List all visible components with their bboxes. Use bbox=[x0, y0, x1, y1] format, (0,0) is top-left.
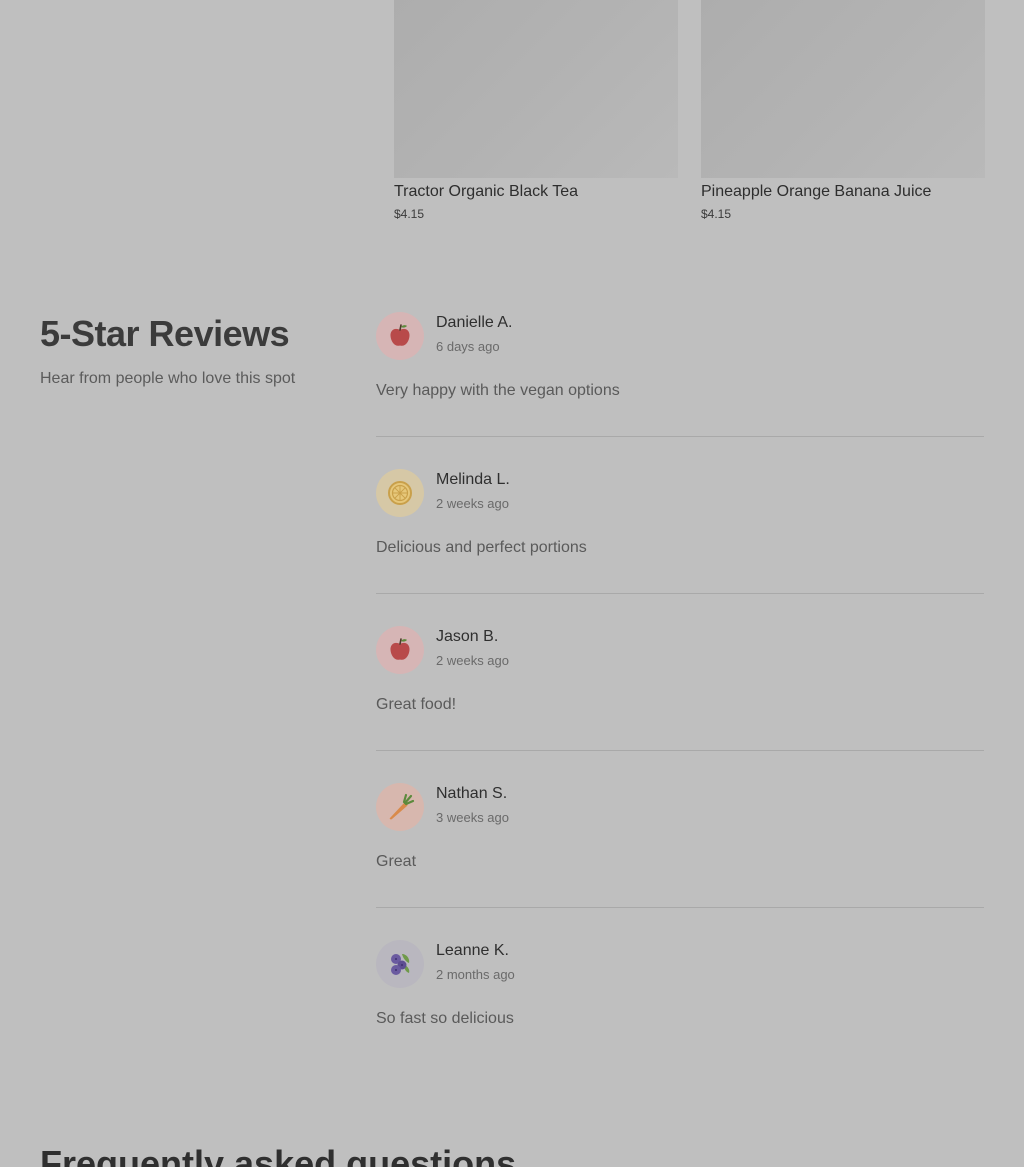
review-time: 2 months ago bbox=[436, 967, 515, 982]
product-name: Tractor Organic Black Tea bbox=[394, 183, 579, 200]
review-text: Great food! bbox=[376, 696, 457, 713]
lemon-icon bbox=[388, 481, 412, 505]
product-card[interactable]: Pineapple Orange Banana Juice $4.15 bbox=[701, 0, 985, 224]
review-text: Very happy with the vegan options bbox=[376, 382, 620, 399]
reviewer-name: Danielle A. bbox=[436, 314, 513, 331]
faq-title: Frequently asked questions bbox=[40, 1143, 517, 1167]
product-carousel: Tractor Organic Black Tea $4.15 Pineappl… bbox=[0, 0, 1024, 240]
review-time: 6 days ago bbox=[436, 339, 500, 354]
divider bbox=[376, 907, 984, 908]
product-name: Pineapple Orange Banana Juice bbox=[701, 183, 932, 200]
review-time: 2 weeks ago bbox=[436, 496, 509, 511]
review-time: 2 weeks ago bbox=[436, 653, 509, 668]
product-image[interactable] bbox=[701, 0, 985, 178]
reviewer-name: Melinda L. bbox=[436, 471, 510, 488]
avatar bbox=[376, 312, 424, 360]
review-text: So fast so delicious bbox=[376, 1010, 514, 1027]
apple-icon bbox=[390, 638, 410, 660]
reviewer-name: Leanne K. bbox=[436, 942, 509, 959]
avatar bbox=[376, 469, 424, 517]
carrot-icon bbox=[389, 793, 415, 820]
review-time: 3 weeks ago bbox=[436, 810, 509, 825]
store-page: Tractor Organic Black Tea $4.15 Pineappl… bbox=[0, 0, 1024, 1167]
apple-icon bbox=[390, 324, 410, 346]
product-image[interactable] bbox=[394, 0, 678, 178]
review-text: Great bbox=[376, 853, 417, 870]
avatar bbox=[376, 783, 424, 831]
avatar bbox=[376, 626, 424, 674]
reviews-title: 5-Star Reviews bbox=[40, 313, 290, 354]
divider bbox=[376, 593, 984, 594]
product-price: $4.15 bbox=[394, 207, 425, 221]
product-card[interactable]: Tractor Organic Black Tea $4.15 bbox=[394, 0, 678, 224]
avatar bbox=[376, 940, 424, 988]
review-text: Delicious and perfect portions bbox=[376, 539, 587, 556]
reviews-subtitle: Hear from people who love this spot bbox=[40, 370, 296, 387]
reviewer-name: Nathan S. bbox=[436, 785, 508, 802]
blueberries-icon bbox=[391, 954, 410, 975]
reviewer-name: Jason B. bbox=[436, 628, 499, 645]
product-price: $4.15 bbox=[701, 207, 732, 221]
divider bbox=[376, 436, 984, 437]
divider bbox=[376, 750, 984, 751]
